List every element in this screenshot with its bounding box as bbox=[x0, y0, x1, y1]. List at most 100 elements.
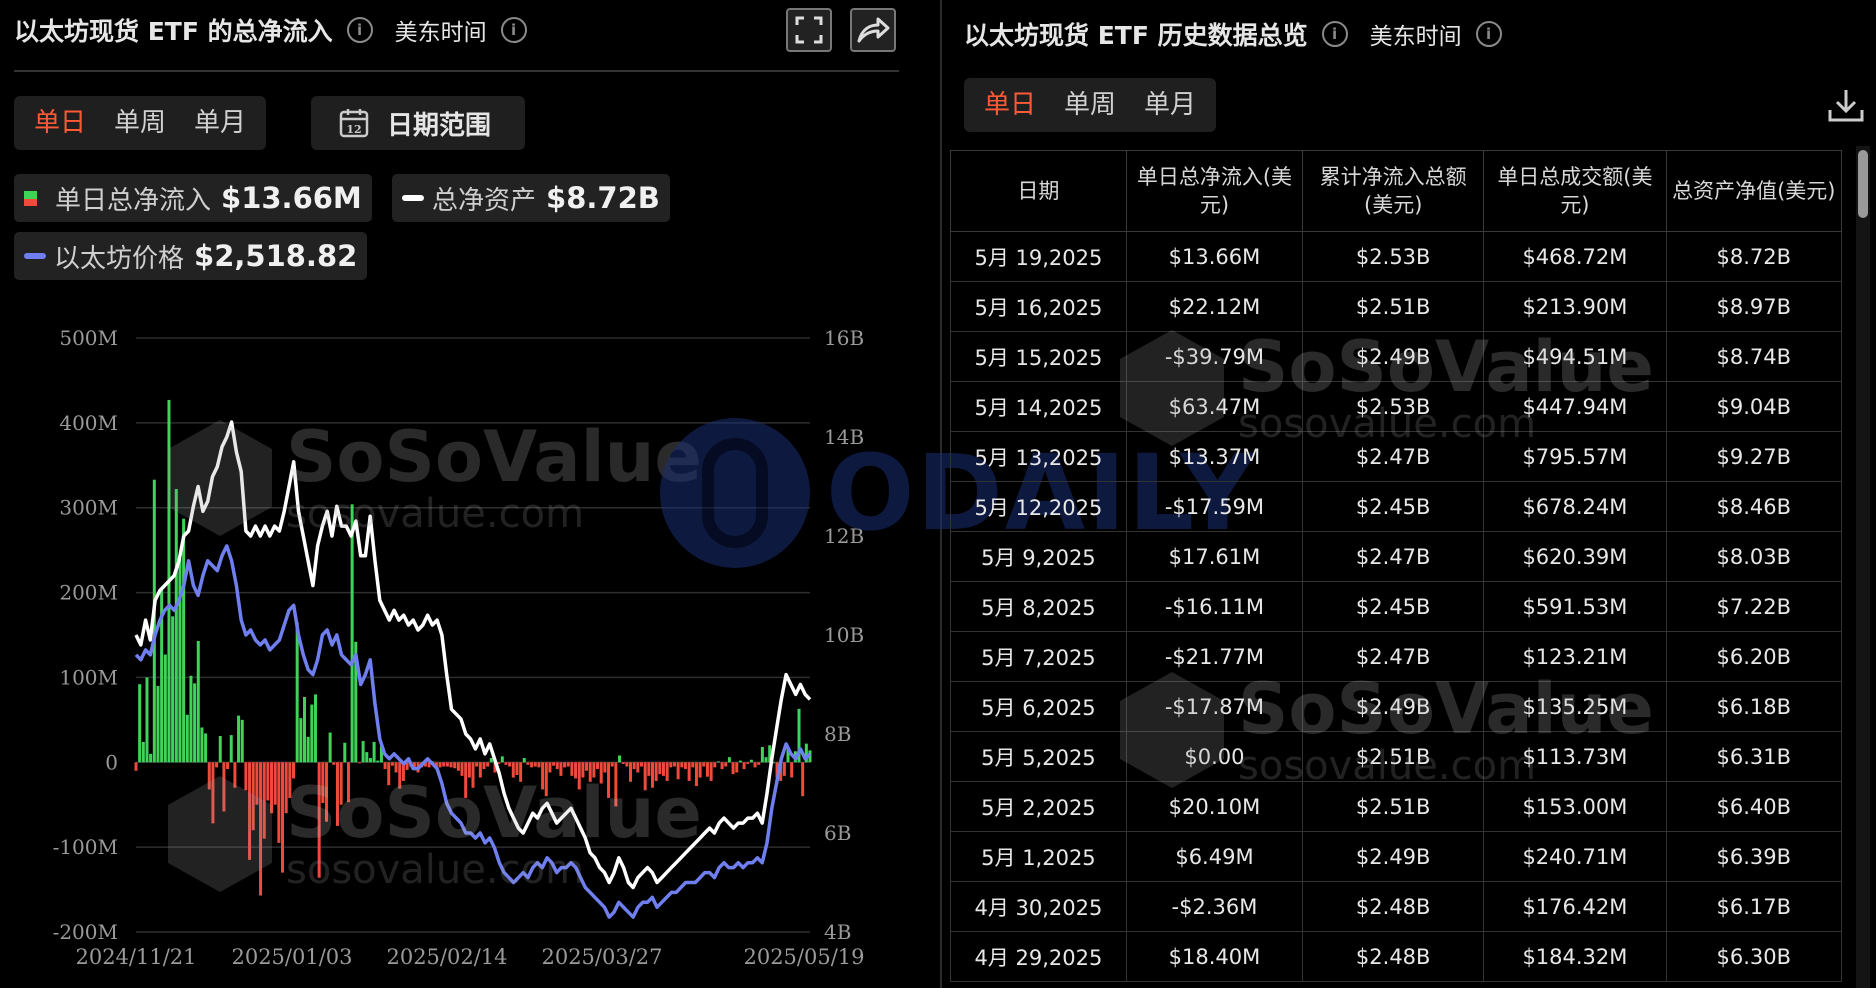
net-assets-line[interactable] bbox=[134, 420, 812, 890]
table-row[interactable]: 5月 15,2025 -$39.79M $2.49B $494.51M $8.74B bbox=[950, 331, 1843, 382]
net-inflow-bar[interactable] bbox=[585, 762, 589, 771]
net-inflow-bar[interactable] bbox=[592, 762, 596, 778]
net-inflow-bar[interactable] bbox=[563, 762, 567, 768]
net-inflow-bar[interactable] bbox=[182, 518, 186, 763]
net-inflow-bar[interactable] bbox=[460, 762, 464, 776]
net-inflow-bar[interactable] bbox=[665, 762, 669, 781]
net-inflow-bar[interactable] bbox=[500, 756, 504, 763]
net-inflow-bar[interactable] bbox=[189, 675, 193, 763]
net-inflow-bar[interactable] bbox=[317, 762, 321, 878]
scrollbar-track[interactable] bbox=[1856, 146, 1870, 988]
net-inflow-bar[interactable] bbox=[398, 762, 402, 789]
net-inflow-bar[interactable] bbox=[764, 757, 768, 763]
net-inflow-bar[interactable] bbox=[636, 762, 640, 773]
net-inflow-bar[interactable] bbox=[281, 762, 285, 873]
net-inflow-bar[interactable] bbox=[694, 762, 698, 787]
net-inflow-bar[interactable] bbox=[647, 762, 651, 776]
net-inflow-bar[interactable] bbox=[321, 762, 325, 804]
net-inflow-bar[interactable] bbox=[749, 759, 753, 763]
net-inflow-bar[interactable] bbox=[365, 752, 369, 763]
net-inflow-bar[interactable] bbox=[508, 762, 512, 767]
info-icon[interactable]: i bbox=[1321, 21, 1348, 47]
net-inflow-bar[interactable] bbox=[138, 684, 142, 763]
net-inflow-bar[interactable] bbox=[753, 762, 757, 768]
net-inflow-bar[interactable] bbox=[713, 762, 717, 768]
net-inflow-bar[interactable] bbox=[196, 640, 200, 763]
net-inflow-bar[interactable] bbox=[390, 762, 394, 766]
tab-monthly[interactable]: 单月 bbox=[1130, 78, 1210, 132]
net-inflow-bar[interactable] bbox=[757, 762, 761, 765]
net-inflow-bar[interactable] bbox=[618, 755, 622, 763]
net-inflow-bar[interactable] bbox=[720, 762, 724, 770]
net-inflow-bar[interactable] bbox=[207, 762, 211, 790]
table-row[interactable]: 5月 14,2025 $63.47M $2.53B $447.94M $9.04B bbox=[950, 381, 1843, 432]
net-inflow-bar[interactable] bbox=[742, 762, 746, 770]
net-inflow-bar[interactable] bbox=[244, 762, 248, 791]
net-inflow-bar[interactable] bbox=[537, 762, 541, 768]
net-inflow-bar[interactable] bbox=[555, 762, 559, 770]
net-inflow-bar[interactable] bbox=[185, 714, 189, 763]
net-inflow-bar[interactable] bbox=[698, 762, 702, 778]
net-inflow-bar[interactable] bbox=[306, 736, 310, 763]
scrollbar-thumb[interactable] bbox=[1858, 150, 1868, 218]
net-inflow-bar[interactable] bbox=[731, 762, 735, 775]
net-inflow-bar[interactable] bbox=[661, 762, 665, 776]
net-inflow-bar[interactable] bbox=[163, 654, 167, 763]
net-inflow-bar[interactable] bbox=[303, 696, 306, 763]
net-inflow-bar[interactable] bbox=[313, 694, 317, 763]
net-inflow-bar[interactable] bbox=[222, 762, 226, 812]
net-inflow-bar[interactable] bbox=[372, 741, 376, 763]
net-inflow-bar[interactable] bbox=[204, 733, 208, 763]
net-inflow-bar[interactable] bbox=[387, 762, 391, 786]
net-inflow-bar[interactable] bbox=[522, 758, 526, 763]
net-inflow-bar[interactable] bbox=[760, 747, 764, 763]
net-inflow-bar[interactable] bbox=[270, 762, 274, 814]
table-row[interactable]: 5月 12,2025 -$17.59M $2.45B $678.24M $8.46B bbox=[950, 481, 1843, 532]
net-inflow-bar[interactable] bbox=[511, 762, 515, 778]
net-inflow-bar[interactable] bbox=[357, 762, 361, 764]
net-inflow-bar[interactable] bbox=[574, 762, 578, 779]
net-inflow-bar[interactable] bbox=[174, 489, 178, 763]
net-inflow-bar[interactable] bbox=[259, 762, 263, 896]
net-inflow-bar[interactable] bbox=[251, 762, 255, 831]
net-inflow-bar[interactable] bbox=[716, 761, 720, 763]
net-inflow-bar[interactable] bbox=[541, 762, 545, 790]
table-row[interactable]: 4月 30,2025 -$2.36M $2.48B $176.42M $6.17B bbox=[950, 881, 1843, 932]
net-inflow-bar[interactable] bbox=[504, 762, 508, 765]
net-inflow-bar[interactable] bbox=[603, 762, 607, 773]
net-inflow-bar[interactable] bbox=[255, 762, 259, 805]
net-inflow-bar[interactable] bbox=[486, 762, 490, 767]
net-inflow-bar[interactable] bbox=[464, 762, 468, 798]
table-row[interactable]: 5月 19,2025 $13.66M $2.53B $468.72M $8.72B bbox=[950, 231, 1843, 282]
net-inflow-bar[interactable] bbox=[683, 762, 687, 770]
net-inflow-bar[interactable] bbox=[156, 685, 160, 763]
net-inflow-bar[interactable] bbox=[368, 758, 372, 763]
col-daily-net-inflow[interactable]: 单日总净流入(美元) bbox=[1125, 150, 1304, 232]
col-cumulative-inflow[interactable]: 累计净流入总额(美元) bbox=[1302, 150, 1485, 232]
net-inflow-bar[interactable] bbox=[343, 742, 347, 763]
net-inflow-bar[interactable] bbox=[735, 762, 739, 773]
net-inflow-bar[interactable] bbox=[709, 762, 713, 781]
col-date[interactable]: 日期 bbox=[950, 150, 1127, 232]
net-inflow-bar[interactable] bbox=[482, 762, 486, 770]
net-inflow-bar[interactable] bbox=[680, 762, 684, 768]
net-inflow-bar[interactable] bbox=[515, 762, 519, 776]
net-inflow-bar[interactable] bbox=[544, 762, 548, 797]
net-inflow-bar[interactable] bbox=[262, 762, 266, 839]
net-inflow-bar[interactable] bbox=[702, 762, 706, 767]
net-inflow-bar[interactable] bbox=[650, 762, 654, 788]
net-inflow-bar[interactable] bbox=[442, 762, 446, 767]
net-inflow-bar[interactable] bbox=[577, 762, 581, 790]
net-inflow-bar[interactable] bbox=[475, 762, 479, 767]
net-inflow-bar[interactable] bbox=[394, 762, 398, 773]
net-inflow-bar[interactable] bbox=[724, 762, 728, 767]
net-inflow-bar[interactable] bbox=[727, 757, 731, 763]
table-row[interactable]: 5月 7,2025 -$21.77M $2.47B $123.21M $6.20B bbox=[950, 631, 1843, 682]
net-inflow-bar[interactable] bbox=[478, 762, 482, 778]
table-row[interactable]: 5月 13,2025 $13.37M $2.47B $795.57M $9.27B bbox=[950, 431, 1843, 482]
net-inflow-bar[interactable] bbox=[629, 762, 633, 782]
net-inflow-bar[interactable] bbox=[643, 762, 647, 791]
table-row[interactable]: 5月 2,2025 $20.10M $2.51B $153.00M $6.40B bbox=[950, 781, 1843, 832]
net-inflow-bar[interactable] bbox=[738, 760, 742, 763]
net-inflow-bar[interactable] bbox=[215, 762, 219, 768]
